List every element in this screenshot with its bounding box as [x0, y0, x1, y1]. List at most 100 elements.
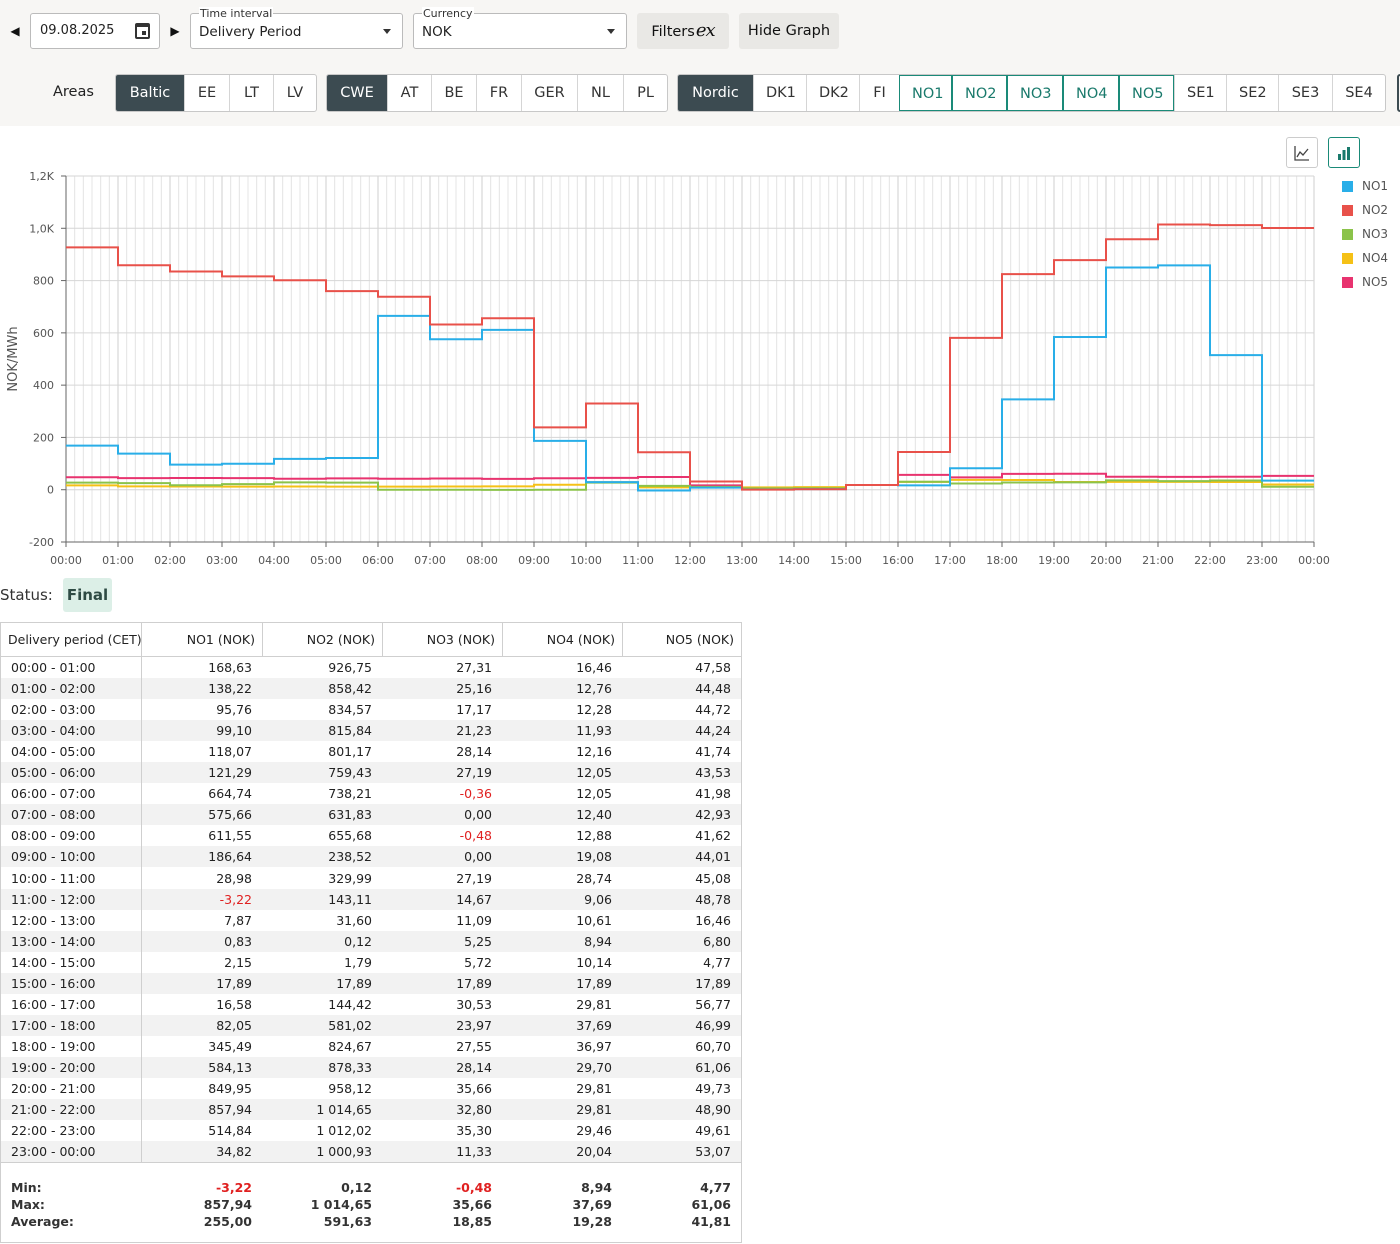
- table-cell: 6,80: [703, 933, 731, 949]
- table-cell: 611,55: [208, 828, 252, 844]
- column-header[interactable]: NO4 (NOK): [502, 623, 615, 656]
- area-button-fr[interactable]: FR: [476, 75, 521, 111]
- table-cell: 1,79: [344, 954, 372, 970]
- time-interval-select[interactable]: Time interval Delivery Period: [190, 7, 403, 49]
- column-header[interactable]: NO2 (NOK): [262, 623, 375, 656]
- legend-item-no2[interactable]: NO2: [1342, 203, 1400, 217]
- legend-item-no4[interactable]: NO4: [1342, 251, 1400, 265]
- column-header[interactable]: NO5 (NOK): [622, 623, 734, 656]
- y-tick-label: 600: [33, 327, 54, 340]
- column-divider: [262, 623, 263, 657]
- table-cell: 834,57: [328, 702, 372, 718]
- area-button-nl[interactable]: NL: [577, 75, 623, 111]
- area-button-fi[interactable]: FI: [859, 75, 899, 111]
- time-interval-label: Time interval: [199, 7, 274, 20]
- area-button-no5[interactable]: NO5: [1119, 75, 1174, 111]
- table-footer-cell: Min:: [11, 1180, 42, 1195]
- table-cell: 17,17: [456, 702, 492, 718]
- bar-chart-button[interactable]: [1328, 137, 1360, 168]
- table-cell: 12:00 - 13:00: [11, 912, 96, 928]
- line-chart-button[interactable]: [1286, 137, 1318, 168]
- area-button-se4[interactable]: SE4: [1332, 75, 1385, 111]
- legend-item-no5[interactable]: NO5: [1342, 275, 1400, 289]
- area-button-no2[interactable]: NO2: [952, 75, 1007, 111]
- filter-icon: ex: [695, 20, 716, 41]
- table-cell: 581,02: [328, 1017, 372, 1033]
- x-tick-label: 06:00: [362, 554, 394, 567]
- table-cell: 0,12: [344, 933, 372, 949]
- column-header[interactable]: NO1 (NOK): [141, 623, 255, 656]
- chevron-down-icon: [607, 29, 615, 34]
- table-cell: 118,07: [208, 744, 252, 760]
- area-group-cwe: CWE AT BE FR GER NL PL: [326, 74, 668, 112]
- previous-day-icon[interactable]: ◀: [6, 22, 24, 40]
- x-tick-label: 05:00: [310, 554, 342, 567]
- next-day-icon[interactable]: ▶: [166, 22, 184, 40]
- table-cell: 37,69: [576, 1017, 612, 1033]
- table-cell: 29,81: [576, 1081, 612, 1096]
- calendar-icon[interactable]: [135, 23, 150, 39]
- area-button-se3[interactable]: SE3: [1278, 75, 1332, 111]
- table-cell: 14:00 - 15:00: [11, 954, 96, 970]
- area-button-no4[interactable]: NO4: [1063, 75, 1119, 111]
- area-button-dk2[interactable]: DK2: [806, 75, 859, 111]
- currency-select[interactable]: Currency NOK: [413, 7, 627, 49]
- area-button-no3[interactable]: NO3: [1007, 75, 1063, 111]
- table-cell: 1 012,02: [316, 1123, 372, 1139]
- table-cell: 1 014,65: [316, 1102, 372, 1118]
- table-cell: 41,98: [695, 786, 731, 802]
- table-footer-cell: 61,06: [691, 1197, 731, 1212]
- area-button-lt[interactable]: LT: [229, 75, 273, 111]
- table-cell: 631,83: [328, 807, 372, 823]
- legend-swatch: [1342, 229, 1353, 240]
- legend-item-no1[interactable]: NO1: [1342, 179, 1400, 193]
- table-cell: 27,55: [456, 1038, 492, 1054]
- table-row: 04:00 - 05:00 118,07 801,17 28,14 12,16 41,74: [1, 741, 741, 762]
- x-tick-label: 14:00: [778, 554, 810, 567]
- filters-button[interactable]: Filtersex: [637, 13, 729, 49]
- table-cell: 36,97: [576, 1038, 612, 1054]
- table-cell: 18:00 - 19:00: [11, 1038, 96, 1054]
- table-cell: 35,66: [456, 1081, 492, 1096]
- area-button-ee[interactable]: EE: [184, 75, 229, 111]
- x-tick-label: 18:00: [986, 554, 1018, 567]
- table-cell: 958,12: [328, 1081, 372, 1096]
- x-tick-label: 16:00: [882, 554, 914, 567]
- y-axis-title: NOK/MWh: [6, 326, 21, 391]
- column-header[interactable]: Delivery period (CET): [8, 623, 142, 656]
- area-button-at[interactable]: AT: [387, 75, 431, 111]
- column-header[interactable]: NO3 (NOK): [382, 623, 495, 656]
- table-header: Delivery period (CET) NO1 (NOK) NO2 (NOK) N…: [1, 623, 741, 657]
- area-button-no1[interactable]: NO1: [899, 75, 952, 111]
- table-cell: 857,94: [208, 1102, 252, 1118]
- table-footer-cell: 8,94: [581, 1180, 612, 1195]
- y-tick-label: 0: [47, 484, 54, 497]
- y-tick-label: 400: [33, 379, 54, 392]
- table-row: 18:00 - 19:00 345,49 824,67 27,55 36,97 60,70: [1, 1036, 741, 1057]
- area-button-pl[interactable]: PL: [623, 75, 667, 111]
- area-button-se2[interactable]: SE2: [1226, 75, 1278, 111]
- area-button-be[interactable]: BE: [431, 75, 476, 111]
- area-button-lv[interactable]: LV: [273, 75, 316, 111]
- legend-label: NO2: [1362, 203, 1389, 217]
- table-cell: 00:00 - 01:00: [11, 660, 96, 675]
- area-button-baltic[interactable]: Baltic: [116, 75, 184, 111]
- table-cell: 17:00 - 18:00: [11, 1017, 96, 1033]
- table-row: 12:00 - 13:00 7,87 31,60 11,09 10,61 16,46: [1, 910, 741, 931]
- x-tick-label: 01:00: [102, 554, 134, 567]
- table-cell: 4,77: [703, 954, 731, 970]
- x-tick-label: 08:00: [466, 554, 498, 567]
- hide-graph-button[interactable]: Hide Graph: [739, 13, 839, 49]
- table-row: 19:00 - 20:00 584,13 878,33 28,14 29,70 61,06: [1, 1056, 741, 1078]
- legend-item-no3[interactable]: NO3: [1342, 227, 1400, 241]
- area-button-ger[interactable]: GER: [521, 75, 577, 111]
- area-button-cwe[interactable]: CWE: [327, 75, 387, 111]
- table-cell: 11,93: [576, 723, 612, 739]
- date-picker[interactable]: 09.08.2025: [30, 13, 160, 49]
- area-button-dk1[interactable]: DK1: [753, 75, 806, 111]
- areas-label: Areas: [53, 84, 94, 100]
- area-button-se1[interactable]: SE1: [1174, 75, 1226, 111]
- table-cell: 15:00 - 16:00: [11, 975, 96, 991]
- table-cell: 1 000,93: [316, 1144, 372, 1160]
- area-button-nordic[interactable]: Nordic: [678, 75, 753, 111]
